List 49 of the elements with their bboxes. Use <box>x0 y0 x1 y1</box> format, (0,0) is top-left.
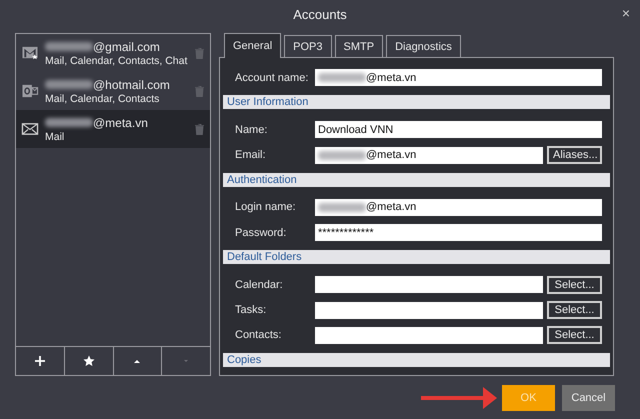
cancel-button[interactable]: Cancel <box>562 385 615 411</box>
section-header: Authentication <box>223 172 610 187</box>
account-services: Mail <box>45 130 66 142</box>
field-label: Login name: <box>235 201 297 214</box>
input-field[interactable]: @meta.vn <box>315 146 543 164</box>
field-label: Tasks: <box>235 304 268 316</box>
field-label: Account name: <box>235 72 310 84</box>
field-value: ************* <box>318 226 374 239</box>
section-header: Copies <box>223 352 610 367</box>
window-title: Accounts <box>293 6 347 22</box>
input-field[interactable]: @meta.vn <box>315 198 602 216</box>
account-item[interactable]: @hotmail.com Mail, Calendar, Contacts <box>16 72 210 110</box>
close-button[interactable]: × <box>620 6 632 20</box>
account-address: @gmail.com <box>93 40 160 54</box>
select-button[interactable]: Select... <box>547 276 602 294</box>
field-label: Calendar: <box>235 278 284 291</box>
select-button[interactable]: Select... <box>547 326 602 344</box>
input-field[interactable] <box>315 326 543 344</box>
tab[interactable]: POP3 <box>284 35 332 57</box>
field-value: @meta.vn <box>366 201 416 214</box>
input-field[interactable]: Download VNN <box>315 121 602 138</box>
envelope-document-icon <box>21 83 39 99</box>
section-header: User Information <box>223 95 610 110</box>
tab[interactable]: SMTP <box>334 35 384 57</box>
account-address: @hotmail.com <box>93 78 170 92</box>
envelope-icon <box>21 121 39 137</box>
aliases-button[interactable]: Aliases... <box>547 146 602 164</box>
input-field[interactable] <box>315 276 543 294</box>
input-field[interactable] <box>315 302 543 319</box>
input-field[interactable]: @meta.vn <box>315 69 602 86</box>
input-field[interactable]: ************* <box>315 224 602 242</box>
field-label: Name: <box>235 124 268 136</box>
tab[interactable]: General <box>224 33 282 58</box>
field-value: @meta.vn <box>366 72 416 84</box>
section-header: Default Folders <box>223 250 610 264</box>
account-services: Mail, Calendar, Contacts <box>45 92 160 104</box>
star-icon <box>82 355 95 367</box>
plus-icon <box>34 355 46 367</box>
tab[interactable]: Diagnostics <box>386 35 461 57</box>
field-label: Email: <box>235 149 267 162</box>
account-item[interactable]: @gmail.com Mail, Calendar, Contacts, Chat <box>16 34 210 72</box>
account-item[interactable]: @meta.vn Mail <box>16 110 210 148</box>
field-value: @meta.vn <box>366 149 416 162</box>
account-services: Mail, Calendar, Contacts, Chat <box>45 54 188 66</box>
field-value: Download VNN <box>318 124 394 136</box>
account-address: @meta.vn <box>93 116 148 130</box>
select-button[interactable]: Select... <box>547 301 602 320</box>
field-label: Contacts: <box>235 329 282 342</box>
field-label: Password: <box>235 226 288 239</box>
